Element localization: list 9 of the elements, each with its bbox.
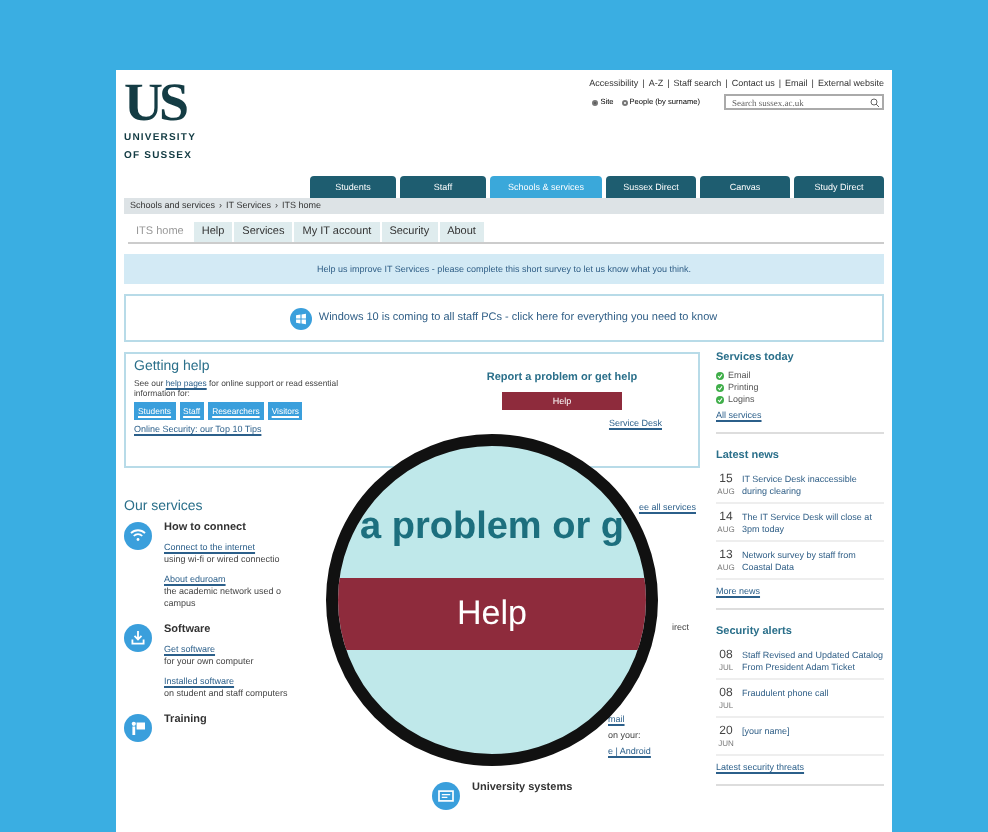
search-icon[interactable] <box>870 97 880 107</box>
download-icon <box>124 624 152 652</box>
teacher-icon <box>124 714 152 742</box>
windows-icon <box>290 307 313 329</box>
magnified-help-button[interactable]: Help <box>338 578 646 650</box>
logo-mark[interactable]: US <box>124 78 197 126</box>
wifi-icon <box>124 522 152 550</box>
magnified-heading: a problem or g <box>360 506 624 550</box>
id-card-icon <box>432 782 460 810</box>
